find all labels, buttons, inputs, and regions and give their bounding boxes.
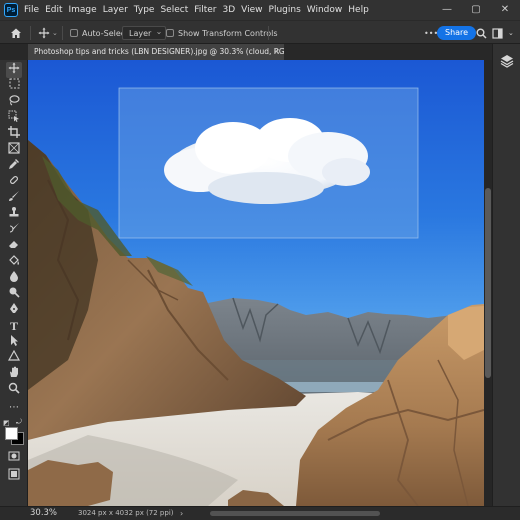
maximize-icon[interactable]: ▢ (461, 0, 491, 20)
eyedropper-tool-icon[interactable] (6, 158, 22, 174)
object-select-tool-icon[interactable] (6, 110, 22, 126)
menu-view[interactable]: View (241, 5, 262, 15)
workspace-chevron-down-icon[interactable]: ⌄ (508, 21, 514, 45)
marquee-tool-icon[interactable] (6, 78, 22, 94)
hand-tool-icon[interactable] (6, 366, 22, 382)
clone-stamp-icon[interactable] (6, 206, 22, 222)
dodge-tool-icon[interactable] (6, 286, 22, 302)
eraser-tool-icon[interactable] (6, 238, 22, 254)
move-tool-icon[interactable] (6, 62, 22, 78)
tab-close-icon[interactable]: ✕ (274, 44, 280, 60)
move-tool-preset-icon[interactable]: ⌄ (38, 21, 58, 45)
menu-edit[interactable]: Edit (45, 5, 62, 15)
menu-window[interactable]: Window (307, 5, 343, 15)
right-panel-dock (492, 44, 520, 506)
show-transform-controls-checkbox[interactable]: Show Transform Controls (166, 21, 278, 45)
menu-type[interactable]: Type (134, 5, 155, 15)
screen-mode-icon[interactable] (6, 468, 22, 484)
menu-bar: Ps File Edit Image Layer Type Select Fil… (0, 0, 520, 20)
show-transform-controls-box[interactable] (166, 29, 174, 37)
auto-select-checkbox-box[interactable] (70, 29, 78, 37)
vertical-scrollbar[interactable] (484, 60, 492, 506)
auto-select-target-dropdown[interactable]: Layer (122, 25, 167, 40)
search-icon[interactable] (476, 21, 487, 45)
quick-mask-icon[interactable] (6, 450, 22, 466)
status-menu-chevron-icon[interactable]: › (180, 507, 183, 520)
document-info: 3024 px x 4032 px (72 ppi) (78, 509, 174, 517)
paint-bucket-icon[interactable] (6, 254, 22, 270)
menu-file[interactable]: File (24, 5, 39, 15)
minimize-icon[interactable]: — (432, 0, 462, 20)
menu-plugins[interactable]: Plugins (269, 5, 301, 15)
foreground-color-swatch[interactable] (5, 427, 18, 440)
lasso-tool-icon[interactable] (6, 94, 22, 110)
share-button[interactable]: Share (437, 26, 477, 40)
vertical-scrollbar-thumb[interactable] (485, 188, 491, 378)
menu-help[interactable]: Help (348, 5, 369, 15)
menu-3d[interactable]: 3D (223, 5, 236, 15)
workspace-icon[interactable] (492, 21, 503, 45)
show-transform-controls-label: Show Transform Controls (178, 28, 278, 38)
zoom-level[interactable]: 30.3% (30, 507, 57, 520)
frame-tool-icon[interactable] (6, 142, 22, 158)
document-tab[interactable]: Photoshop tips and tricks (LBN DESIGNER)… (28, 44, 284, 60)
document-tab-title: Photoshop tips and tricks (LBN DESIGNER)… (34, 47, 284, 56)
pen-tool-icon[interactable] (6, 302, 22, 318)
zoom-tool-icon[interactable] (6, 382, 22, 398)
document-canvas[interactable] (28, 60, 484, 506)
photo-artwork (28, 87, 484, 506)
menu-layer[interactable]: Layer (103, 5, 128, 15)
home-icon[interactable] (10, 21, 22, 45)
layers-panel-icon[interactable] (499, 54, 515, 70)
blur-tool-icon[interactable] (6, 270, 22, 286)
status-bar: 30.3% 3024 px x 4032 px (72 ppi) › (0, 506, 520, 520)
menu-select[interactable]: Select (160, 5, 188, 15)
menu-image[interactable]: Image (69, 5, 97, 15)
close-icon[interactable]: ✕ (490, 0, 520, 20)
history-brush-icon[interactable] (6, 222, 22, 238)
swap-colors-icon[interactable]: ⤾ (16, 418, 22, 427)
horizontal-scrollbar[interactable] (210, 511, 380, 516)
options-bar: ⌄ Auto-Select: Layer Show Transform Cont… (0, 20, 520, 44)
photoshop-logo: Ps (4, 3, 18, 17)
shape-tool-icon[interactable] (6, 349, 22, 366)
crop-tool-icon[interactable] (6, 126, 22, 142)
type-tool-icon[interactable]: T (6, 318, 22, 334)
healing-brush-icon[interactable] (6, 174, 22, 190)
path-select-icon[interactable] (6, 334, 22, 350)
default-colors-icon[interactable]: ◩ (3, 419, 10, 427)
more-tools-icon[interactable]: ⋯ (6, 400, 22, 416)
menu-filter[interactable]: Filter (194, 5, 216, 15)
brush-tool-icon[interactable] (6, 190, 22, 206)
tools-panel: T ⋯ ◩ ⤾ (0, 60, 28, 506)
